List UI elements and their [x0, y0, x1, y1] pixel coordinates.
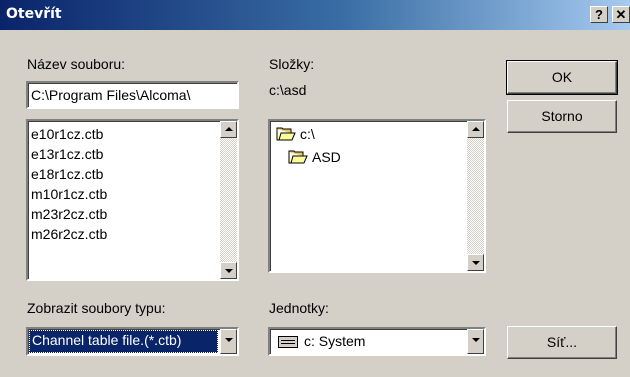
drives-label: Jednotky: — [269, 300, 329, 316]
folder-list[interactable]: c:\ ASD — [268, 119, 486, 273]
drive-select[interactable]: c: System — [268, 327, 486, 356]
filetype-dropdown-button[interactable] — [220, 329, 237, 354]
cancel-button[interactable]: Storno — [507, 100, 617, 133]
chevron-down-icon — [472, 338, 480, 342]
folder-list-item[interactable]: ASD — [276, 147, 481, 170]
chevron-down-icon — [225, 338, 233, 342]
help-button[interactable]: ? — [590, 6, 608, 23]
close-button[interactable]: ✕ — [612, 6, 630, 23]
scroll-down-button[interactable] — [467, 254, 484, 271]
file-list-item[interactable]: e10r1cz.ctb — [31, 124, 234, 144]
title-bar: Otevřít ? ✕ — [0, 0, 630, 30]
folder-list-scrollbar[interactable] — [467, 121, 484, 271]
down-arrow-icon — [225, 269, 233, 273]
folder-name: ASD — [312, 149, 341, 165]
down-arrow-icon — [472, 261, 480, 265]
file-list-item[interactable]: e13r1cz.ctb — [31, 144, 234, 164]
file-list-item[interactable]: e18r1cz.ctb — [31, 164, 234, 184]
drive-icon — [278, 336, 298, 348]
drive-dropdown-button[interactable] — [467, 329, 484, 354]
scroll-up-button[interactable] — [467, 121, 484, 138]
open-folder-icon — [276, 126, 296, 147]
filetype-select[interactable]: Channel table file.(*.ctb) — [26, 327, 239, 356]
scroll-down-button[interactable] — [220, 262, 237, 279]
filetype-value: Channel table file.(*.ctb) — [29, 330, 218, 353]
scroll-up-button[interactable] — [220, 121, 237, 138]
up-arrow-icon — [225, 127, 233, 131]
current-folder-path: c:\asd — [269, 82, 307, 98]
filename-input[interactable]: C:\Program Files\Alcoma\ — [26, 81, 239, 109]
filename-label: Název souboru: — [27, 56, 126, 72]
up-arrow-icon — [472, 127, 480, 131]
filetype-label: Zobrazit soubory typu: — [27, 300, 166, 316]
network-button[interactable]: Síť... — [507, 326, 617, 359]
folders-label: Složky: — [269, 56, 315, 72]
folder-name: c:\ — [300, 126, 315, 142]
file-list-item[interactable]: m10r1cz.ctb — [31, 184, 234, 204]
folder-list-item[interactable]: c:\ — [276, 124, 481, 147]
drive-value: c: System — [304, 333, 366, 349]
ok-button[interactable]: OK — [506, 60, 618, 95]
window-title: Otevřít — [6, 6, 62, 22]
open-folder-icon — [288, 149, 308, 170]
file-list-item[interactable]: m23r2cz.ctb — [31, 204, 234, 224]
file-list-item[interactable]: m26r2cz.ctb — [31, 224, 234, 244]
file-list-scrollbar[interactable] — [220, 121, 237, 279]
file-list[interactable]: e10r1cz.ctb e13r1cz.ctb e18r1cz.ctb m10r1cz… — [26, 119, 239, 281]
